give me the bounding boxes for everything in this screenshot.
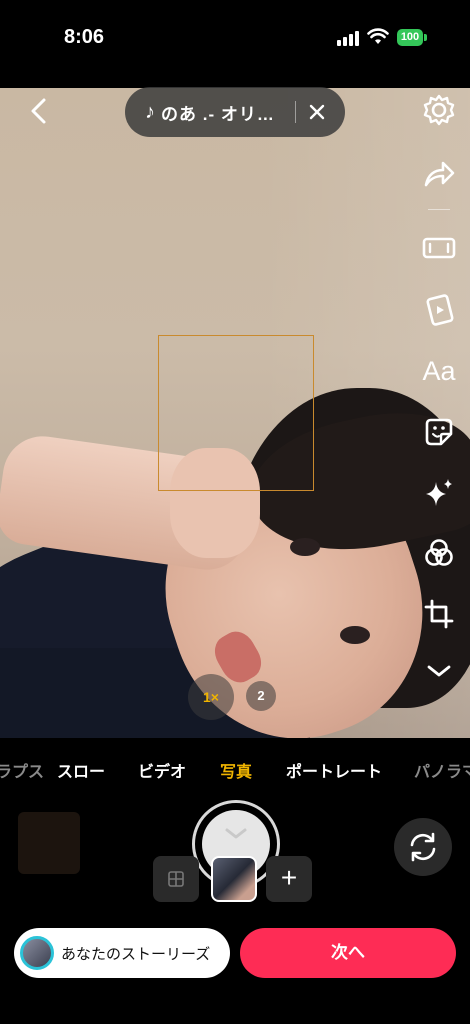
cellular-signal-icon [337, 30, 361, 46]
text-tool-icon[interactable]: Aa [418, 350, 460, 392]
music-selector[interactable]: ♪ のあ .- オリ… [125, 87, 345, 137]
wifi-icon [367, 28, 389, 44]
avatar [20, 936, 54, 970]
zoom-1x-button[interactable]: 1× [188, 674, 234, 720]
back-chevron-icon[interactable] [24, 96, 54, 126]
battery-icon: 100 [397, 29, 423, 46]
chevron-down-icon[interactable] [418, 650, 460, 692]
mode-portrait[interactable]: ポートレート [286, 758, 382, 782]
layout-grid-button[interactable] [153, 856, 199, 902]
mode-timelapse[interactable]: ラプス [0, 758, 44, 782]
filters-icon[interactable] [418, 532, 460, 574]
grid-icon [168, 871, 184, 887]
mode-panorama[interactable]: パノラマ [414, 758, 470, 782]
music-title: のあ .- オリ… [161, 104, 275, 124]
music-note-icon: ♪ [145, 100, 155, 123]
divider [295, 101, 296, 123]
mode-photo[interactable]: 写真 [220, 758, 252, 782]
tool-divider [428, 209, 450, 210]
your-story-button[interactable]: あなたのストーリーズ [14, 928, 230, 978]
battery-nub [424, 34, 427, 41]
mode-slow[interactable]: スロー [57, 758, 105, 782]
your-story-label: あなたのストーリーズ [61, 945, 211, 963]
close-icon[interactable] [308, 103, 326, 121]
chevron-down-icon [225, 828, 247, 839]
aspect-ratio-icon[interactable] [418, 227, 460, 269]
add-clip-button[interactable]: + [266, 856, 312, 902]
zoom-2x-button[interactable]: 2 [246, 681, 276, 711]
flip-camera-icon [410, 832, 436, 862]
next-button[interactable]: 次へ [240, 928, 456, 978]
current-photo-thumbnail[interactable] [211, 856, 257, 902]
gallery-thumbnail[interactable] [18, 812, 80, 874]
status-time: 8:06 [64, 26, 105, 48]
mode-video[interactable]: ビデオ [138, 758, 186, 782]
share-arrow-icon[interactable] [418, 153, 460, 195]
settings-gear-icon[interactable] [418, 89, 460, 131]
crop-icon[interactable] [418, 593, 460, 635]
video-clips-icon[interactable] [418, 289, 460, 331]
camera-mode-strip[interactable]: ラプス スロー ビデオ 写真 ポートレート パノラマ [0, 748, 470, 788]
flip-camera-button[interactable] [394, 818, 452, 876]
sticker-icon[interactable] [418, 411, 460, 453]
focus-square [158, 335, 314, 491]
effects-sparkle-icon[interactable] [418, 472, 460, 514]
photo-eye [340, 626, 370, 644]
photo-eye [290, 538, 320, 556]
